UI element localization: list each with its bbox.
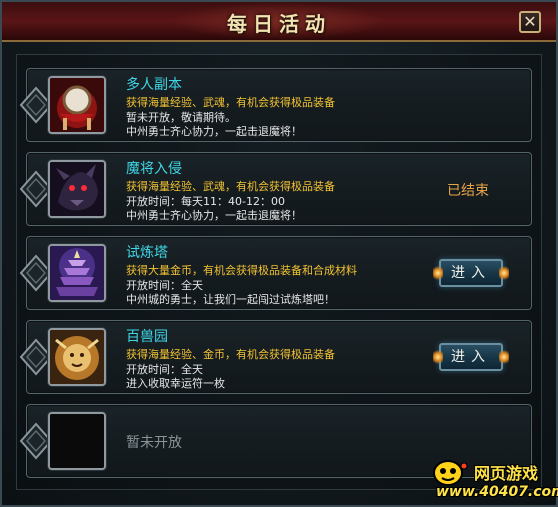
activity-name: 试炼塔 — [126, 245, 168, 261]
activity-reward-desc: 获得海量经验、武魂，有机会获得极品装备 — [126, 180, 335, 193]
activity-reward-desc: 获得海量经验、武魂，有机会获得极品装备 — [126, 96, 335, 109]
lion-icon — [48, 328, 106, 386]
activity-name: 百兽园 — [126, 329, 168, 345]
activity-note: 中州勇士齐心协力，一起击退魔将！ — [126, 209, 302, 222]
activity-name: 多人副本 — [126, 77, 182, 93]
enter-button[interactable]: 进入 — [433, 259, 509, 287]
pagoda-tower-icon — [48, 244, 106, 302]
site-watermark: 网页游戏 www.40407.com — [422, 458, 558, 506]
title-bar: 每日活动 ✕ — [2, 2, 556, 42]
empty-slot-icon — [48, 412, 106, 470]
activity-name: 暂未开放 — [126, 435, 182, 451]
activity-row-trial-tower[interactable]: 试炼塔 获得大量金币，有机会获得极品装备和合成材料 开放时间：全天 中州城的勇士… — [19, 236, 532, 310]
enter-button[interactable]: 进入 — [433, 343, 509, 371]
activity-note: 中州城的勇士，让我们一起闯过试炼塔吧！ — [126, 293, 335, 306]
window-title: 每日活动 — [227, 12, 331, 36]
activity-name: 魔将入侵 — [126, 161, 182, 177]
close-button[interactable]: ✕ — [519, 11, 541, 33]
activity-row-demon-invasion[interactable]: 魔将入侵 获得海量经验、武魂，有机会获得极品装备 开放时间：每天11：40-12… — [19, 152, 532, 226]
drum-icon — [48, 76, 106, 134]
activity-reward-desc: 获得大量金币，有机会获得极品装备和合成材料 — [126, 264, 357, 277]
activity-row-beast-garden[interactable]: 百兽园 获得海量经验、金币，有机会获得极品装备 开放时间：全天 进入收取幸运符一… — [19, 320, 532, 394]
watermark-url[interactable]: www.40407.com — [436, 484, 558, 500]
daily-activities-window: 每日活动 ✕ 多人副本 获得海量经验、武魂，有机会获得极品装备 暂未开放，敬请期… — [0, 0, 558, 507]
watermark-title: 网页游戏 — [474, 464, 539, 483]
activity-row-multiplayer-dungeon[interactable]: 多人副本 获得海量经验、武魂，有机会获得极品装备 暂未开放，敬请期待。 中州勇士… — [19, 68, 532, 142]
demon-beast-icon — [48, 160, 106, 218]
activity-reward-desc: 获得海量经验、金币，有机会获得极品装备 — [126, 348, 335, 361]
activity-ended-status: 已结束 — [447, 183, 489, 199]
activity-note: 中州勇士齐心协力，一起击退魔将！ — [126, 125, 302, 138]
mascot-icon — [433, 460, 468, 486]
activity-note: 进入收取幸运符一枚 — [126, 377, 225, 390]
